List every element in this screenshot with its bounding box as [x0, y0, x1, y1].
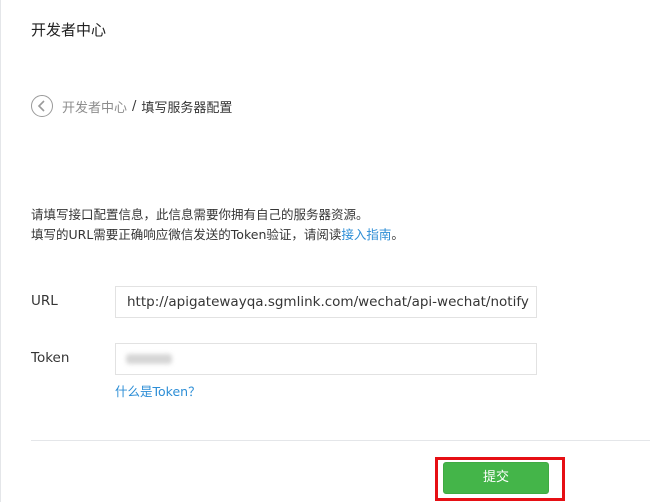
intro-line-2: 填写的URL需要正确响应微信发送的Token验证，请阅读接入指南。 [31, 225, 404, 245]
breadcrumb: 开发者中心 / 填写服务器配置 [31, 95, 232, 117]
breadcrumb-current: 填写服务器配置 [141, 100, 233, 116]
breadcrumb-separator: / [132, 98, 137, 114]
intro-text: 请填写接口配置信息，此信息需要你拥有自己的服务器资源。 填写的URL需要正确响应… [31, 205, 404, 245]
submit-button[interactable]: 提交 [443, 462, 549, 494]
token-label: Token [31, 350, 70, 366]
intro-line-2-prefix: 填写的URL需要正确响应微信发送的Token验证，请阅读 [31, 227, 342, 242]
intro-line-1: 请填写接口配置信息，此信息需要你拥有自己的服务器资源。 [31, 207, 369, 222]
token-input[interactable] [115, 343, 537, 375]
back-button[interactable] [31, 95, 53, 117]
chevron-left-circle-icon [37, 100, 45, 112]
what-is-token-link[interactable]: 什么是Token？ [115, 381, 201, 400]
intro-line-2-suffix: 。 [391, 227, 404, 242]
access-guide-link[interactable]: 接入指南 [341, 227, 391, 242]
redacted-token-value [126, 354, 172, 364]
url-input[interactable]: http://apigatewayqa.sgmlink.com/wechat/a… [115, 286, 537, 318]
breadcrumb-parent-link[interactable]: 开发者中心 [62, 97, 127, 116]
url-label: URL [31, 293, 58, 309]
page-left-border [0, 0, 1, 502]
form-divider [31, 440, 650, 441]
page-title: 开发者中心 [31, 21, 107, 39]
